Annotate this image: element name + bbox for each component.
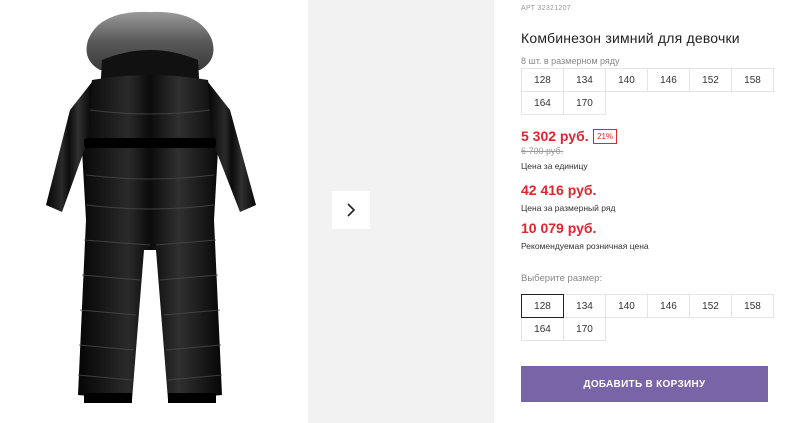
size-option-152[interactable]: 152 xyxy=(689,294,732,318)
chevron-right-icon xyxy=(347,203,356,217)
retail-price-caption: Рекомендуемая розничная цена xyxy=(521,241,649,251)
pack-size-cell: 128 xyxy=(521,68,564,92)
pack-size-cell: 170 xyxy=(563,91,606,115)
size-option-140[interactable]: 140 xyxy=(605,294,648,318)
jumpsuit-image xyxy=(46,11,256,403)
retail-price: 10 079 руб. xyxy=(521,220,597,236)
pack-size-cell: 140 xyxy=(605,68,648,92)
product-title: Комбинезон зимний для девочки xyxy=(521,30,740,46)
size-option-164[interactable]: 164 xyxy=(521,317,564,341)
pack-size-cell: 152 xyxy=(689,68,732,92)
size-option-128[interactable]: 128 xyxy=(521,294,564,318)
pack-size-cell: 158 xyxy=(731,68,774,92)
pack-size-cell: 134 xyxy=(563,68,606,92)
size-select-label: Выберите размер: xyxy=(521,273,603,284)
old-price: 6 700 руб. xyxy=(521,146,564,156)
pack-price: 42 416 руб. xyxy=(521,182,597,198)
size-option-134[interactable]: 134 xyxy=(563,294,606,318)
discount-badge: 21% xyxy=(593,129,618,144)
pack-size-cell: 146 xyxy=(647,68,690,92)
pack-price-caption: Цена за размерный ряд xyxy=(521,203,616,213)
unit-price: 5 302 руб. xyxy=(521,128,589,144)
size-option-158[interactable]: 158 xyxy=(731,294,774,318)
gallery-next-button[interactable] xyxy=(332,191,370,229)
product-photo[interactable] xyxy=(0,0,300,423)
product-sku: АРТ 32321207 xyxy=(521,5,571,12)
size-selector: 128 134 140 146 152 158 164 170 xyxy=(521,294,774,341)
size-option-170[interactable]: 170 xyxy=(563,317,606,341)
pack-size-cell: 164 xyxy=(521,91,564,115)
size-option-146[interactable]: 146 xyxy=(647,294,690,318)
pack-size-note: 8 шт. в размерном ряду xyxy=(521,56,620,66)
add-to-cart-button[interactable]: ДОБАВИТЬ В КОРЗИНУ xyxy=(521,366,768,402)
unit-price-caption: Цена за единицу xyxy=(521,161,588,171)
pack-size-grid: 128 134 140 146 152 158 164 170 xyxy=(521,68,774,115)
